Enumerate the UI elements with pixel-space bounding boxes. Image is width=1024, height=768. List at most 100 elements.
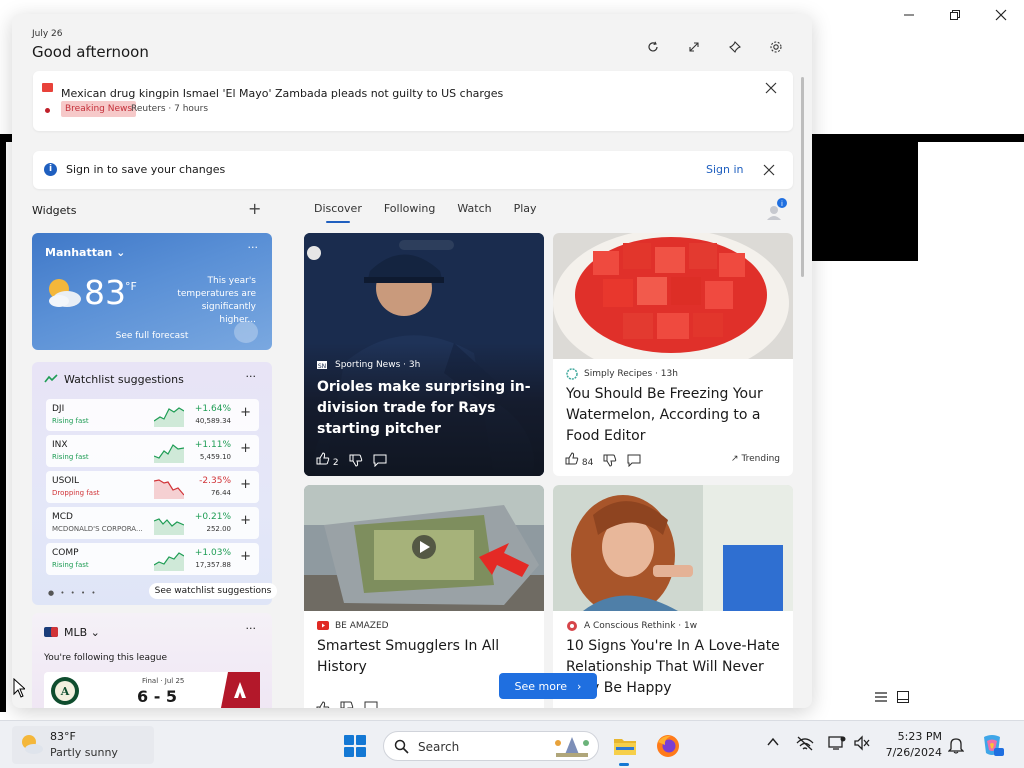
tab-following[interactable]: Following xyxy=(384,202,436,221)
news-headline[interactable]: Orioles make surprising in-division trad… xyxy=(317,377,532,440)
news-card[interactable]: SN Sporting News · 3h Orioles make surpr… xyxy=(304,233,544,476)
dismiss-signin-close-icon[interactable] xyxy=(762,163,776,177)
mlb-more-icon[interactable]: ··· xyxy=(246,622,257,635)
trending-label: ↗ Trending xyxy=(731,454,780,464)
news-card[interactable]: Simply Recipes · 13h You Should Be Freez… xyxy=(553,233,793,476)
news-headline[interactable]: 10 Signs You're In A Love-Hate Relations… xyxy=(566,636,782,699)
taskbar-search-box[interactable]: Search xyxy=(383,731,599,761)
settings-button[interactable] xyxy=(766,38,786,56)
stock-sparkline xyxy=(154,444,184,463)
weather-unit: °F xyxy=(125,280,137,293)
panel-scrollbar[interactable] xyxy=(801,77,804,277)
thumbs-up-icon[interactable] xyxy=(316,701,330,708)
header-actions xyxy=(643,38,786,56)
volume-muted-icon[interactable] xyxy=(853,735,871,751)
breaking-headline[interactable]: Mexican drug kingpin Ismael 'El Mayo' Za… xyxy=(61,87,503,100)
comment-icon[interactable] xyxy=(627,454,641,467)
add-stock-button[interactable]: + xyxy=(240,405,251,420)
mlb-widget[interactable]: MLB ⌄ ··· You're following this league A… xyxy=(32,613,272,708)
pager-dots[interactable]: ● • • • • xyxy=(48,589,98,597)
tab-watch[interactable]: Watch xyxy=(457,202,491,221)
weather-city[interactable]: Manhattan ⌄ xyxy=(45,246,125,259)
taskbar-clock[interactable]: 5:23 PM 7/26/2024 xyxy=(884,729,942,761)
windows-logo-pane xyxy=(356,735,366,745)
stock-change: -2.35% xyxy=(199,476,231,486)
breaking-news-card[interactable]: Mexican drug kingpin Ismael 'El Mayo' Za… xyxy=(33,71,793,131)
like-button[interactable]: 2 xyxy=(316,452,339,468)
weather-alert-icon[interactable] xyxy=(234,321,258,343)
file-explorer-icon[interactable] xyxy=(612,733,638,759)
add-stock-button[interactable]: + xyxy=(240,441,251,456)
news-actions: 2 xyxy=(316,452,387,468)
smuggler-truck-image xyxy=(304,485,544,611)
network-status xyxy=(796,735,814,751)
notification-bell-icon[interactable] xyxy=(948,736,964,754)
search-highlight-icon xyxy=(555,737,589,757)
stock-change: +0.21% xyxy=(194,512,231,522)
chevron-down-icon: ⌄ xyxy=(90,626,100,639)
add-widget-icon[interactable]: + xyxy=(248,199,261,218)
watchlist-row[interactable]: INX Rising fast +1.11% 5,459.10 + xyxy=(46,435,259,467)
start-button[interactable] xyxy=(344,735,366,757)
windows-logo-pane xyxy=(356,747,366,757)
weather-widget[interactable]: Manhattan ⌄ ··· 83 °F This year's temper… xyxy=(32,233,272,350)
comment-icon[interactable] xyxy=(364,701,378,708)
mlb-logo-icon xyxy=(44,627,58,637)
thumbs-down-icon[interactable] xyxy=(340,701,354,708)
maximize-button[interactable] xyxy=(932,0,978,30)
close-button[interactable] xyxy=(978,0,1024,30)
reuters-logo-icon xyxy=(42,83,53,92)
watchlist-more-icon[interactable]: ··· xyxy=(246,370,257,383)
stock-symbol: INX xyxy=(52,440,68,450)
weather-city-label: Manhattan xyxy=(45,246,113,259)
watchlist-row[interactable]: DJI Rising fast +1.64% 40,589.34 + xyxy=(46,399,259,431)
monitor-icon[interactable] xyxy=(828,735,846,751)
watchlist-row[interactable]: MCD MCDONALD'S CORPORA... +0.21% 252.00 … xyxy=(46,507,259,539)
profile-avatar-icon[interactable]: i xyxy=(765,198,787,220)
add-stock-button[interactable]: + xyxy=(240,549,251,564)
volume-status xyxy=(853,735,871,751)
watchlist-row[interactable]: USOIL Dropping fast -2.35% 76.44 + xyxy=(46,471,259,503)
add-stock-button[interactable]: + xyxy=(240,513,251,528)
chevron-up-icon[interactable] xyxy=(766,735,780,749)
network-offline-icon[interactable] xyxy=(796,735,814,751)
firefox-icon[interactable] xyxy=(655,733,681,759)
sporting-news-logo-icon: SN xyxy=(317,361,327,369)
stock-price: 252.00 xyxy=(206,525,232,533)
comment-icon[interactable] xyxy=(373,454,387,467)
thumbs-down-icon[interactable] xyxy=(603,454,617,467)
tab-play[interactable]: Play xyxy=(514,202,537,221)
news-headline[interactable]: Smartest Smugglers In All History xyxy=(317,636,533,678)
mlb-score-card[interactable]: A Final · Jul 25 6 - 5 xyxy=(44,672,260,708)
minimize-button[interactable] xyxy=(886,0,932,30)
see-more-button[interactable]: See more › xyxy=(499,673,597,699)
weather-message[interactable]: This year's temperatures are significant… xyxy=(166,275,256,327)
svg-text:A: A xyxy=(60,685,70,698)
see-watchlist-suggestions-button[interactable]: See watchlist suggestions xyxy=(149,583,277,599)
clock-date: 7/26/2024 xyxy=(885,746,942,759)
watchlist-row[interactable]: COMP Rising fast +1.03% 17,357.88 + xyxy=(46,543,259,575)
taskbar-weather-temp: 83°F xyxy=(50,730,76,743)
tile-view-icon[interactable] xyxy=(896,690,910,704)
add-stock-button[interactable]: + xyxy=(240,477,251,492)
list-view-icon[interactable] xyxy=(874,690,888,704)
tab-discover[interactable]: Discover xyxy=(314,202,362,223)
background-window-block xyxy=(812,142,918,261)
news-headline[interactable]: You Should Be Freezing Your Watermelon, … xyxy=(566,384,782,447)
copilot-icon[interactable] xyxy=(980,733,1004,757)
search-label: Search xyxy=(418,740,460,754)
mlb-title[interactable]: MLB ⌄ xyxy=(64,626,100,639)
expand-button[interactable] xyxy=(684,38,704,56)
watermelon-image xyxy=(553,233,793,359)
signin-link[interactable]: Sign in xyxy=(706,163,744,176)
dismiss-breaking-close-icon[interactable] xyxy=(764,81,778,95)
stock-change: +1.03% xyxy=(194,548,231,558)
refresh-button[interactable] xyxy=(643,38,663,56)
taskbar-weather-widget[interactable]: 83°F Partly sunny xyxy=(12,726,154,764)
like-button[interactable]: 84 xyxy=(565,452,593,468)
weather-more-icon[interactable]: ··· xyxy=(248,241,259,254)
chevron-right-icon: › xyxy=(577,679,582,693)
thumbs-down-icon[interactable] xyxy=(349,454,363,467)
news-source: BE AMAZED xyxy=(335,621,389,631)
pin-button[interactable] xyxy=(725,38,745,56)
